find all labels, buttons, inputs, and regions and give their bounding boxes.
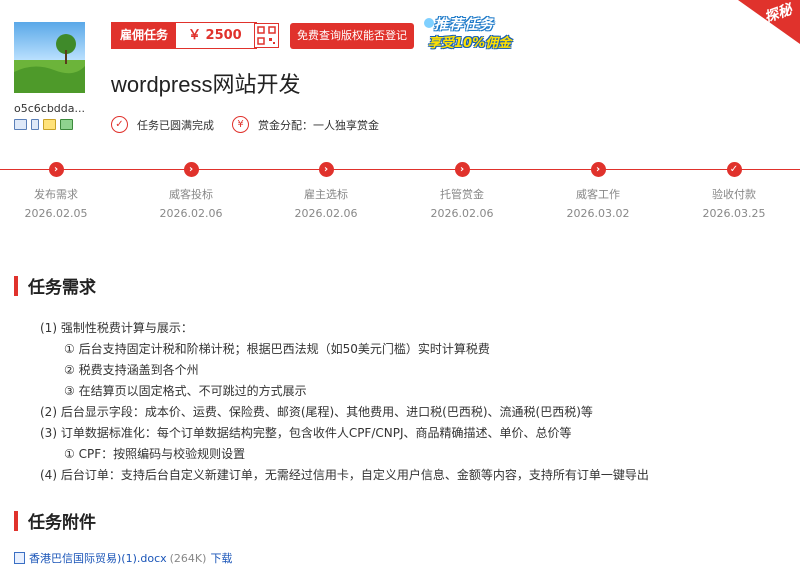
qr-code-icon[interactable] — [254, 23, 279, 48]
step-label: 威客投标 — [169, 188, 213, 201]
yen-circle-icon: ¥ — [232, 116, 249, 133]
step-label: 托管赏金 — [440, 188, 484, 201]
requirement-line: (4) 后台订单：支持后台自定义新建订单，无需经过信用卡，自定义用户信息、金额等… — [40, 468, 649, 482]
user-avatar[interactable] — [14, 22, 85, 93]
reward-item: ¥ 赏金分配：一人独享赏金 — [232, 116, 379, 133]
section-marker — [14, 275, 18, 296]
bank-card-icon — [60, 119, 73, 130]
copyright-check-button[interactable]: 免费查询版权能否登记 — [290, 23, 414, 49]
promo-line1: 推荐任务 — [434, 17, 494, 33]
requirements-heading: 任务需求 — [14, 273, 96, 298]
progress-step-1: › 发布需求 2026.02.05 — [11, 162, 101, 220]
step-date: 2026.02.06 — [430, 207, 494, 220]
step-date: 2026.02.06 — [294, 207, 358, 220]
promo-banner[interactable]: 推荐任务 享受10%佣金 — [424, 12, 534, 52]
step-label: 威客工作 — [576, 188, 620, 201]
task-price: ￥ 2500 — [188, 28, 242, 43]
step-arrow-icon: › — [318, 162, 334, 177]
attachments-heading: 任务附件 — [14, 508, 96, 533]
step-arrow-icon: › — [48, 162, 64, 177]
username[interactable]: o5c6cbdda... — [14, 102, 94, 115]
requirement-line: ③ 在结算页以固定格式、不可跳过的方式展示 — [64, 384, 307, 398]
step-date: 2026.02.06 — [159, 207, 223, 220]
progress-step-5: › 威客工作 2026.03.02 — [553, 162, 643, 220]
requirement-line: (2) 后台显示字段：成本价、运费、保险费、邮资(尾程)、其他费用、进口税(巴西… — [40, 405, 593, 419]
task-type-box: 雇佣任务 ￥ 2500 — [111, 22, 257, 49]
check-circle-icon: ✓ — [111, 116, 128, 133]
section-marker — [14, 510, 18, 531]
requirement-line: ① 后台支持固定计税和阶梯计税；根据巴西法规（如50美元门槛）实时计算税费 — [64, 342, 490, 356]
id-card-icon — [14, 119, 27, 130]
progress-line — [0, 169, 800, 170]
step-date: 2026.02.05 — [24, 207, 88, 220]
attachment-link[interactable]: 香港巴信国际贸易)(1).docx — [29, 550, 167, 566]
promo-line2: 享受10%佣金 — [428, 36, 512, 51]
attachments-title: 任务附件 — [28, 513, 96, 533]
step-label: 发布需求 — [34, 188, 78, 201]
corner-badge[interactable]: 探秘 — [738, 0, 800, 44]
requirement-line: (3) 订单数据标准化：每个订单数据结构完整，包含收件人CPF/CNPJ、商品精… — [40, 426, 572, 440]
progress-step-2: › 威客投标 2026.02.06 — [146, 162, 236, 220]
verification-icons — [14, 119, 73, 130]
status-text: 任务已圆满完成 — [137, 118, 214, 132]
task-status-row: ✓ 任务已圆满完成 ¥ 赏金分配：一人独享赏金 — [111, 116, 397, 133]
attachment-row: 香港巴信国际贸易)(1).docx (264K) 下载 — [14, 550, 232, 566]
promo-bubble-icon — [424, 18, 434, 28]
download-link[interactable]: 下载 — [210, 550, 232, 566]
requirement-line: (1) 强制性税费计算与展示： — [40, 321, 193, 335]
task-title: wordpress网站开发 — [111, 72, 301, 97]
step-arrow-icon: › — [590, 162, 606, 177]
phone-icon — [31, 119, 39, 130]
task-type-label: 雇佣任务 — [112, 23, 176, 48]
attachment-size: (264K) — [169, 551, 207, 565]
step-arrow-icon: › — [183, 162, 199, 177]
step-date: 2026.03.02 — [566, 207, 630, 220]
requirement-line: ② 税费支持涵盖到各个州 — [64, 363, 199, 377]
step-arrow-icon: › — [454, 162, 470, 177]
step-check-icon: ✓ — [726, 162, 742, 177]
step-date: 2026.03.25 — [702, 207, 766, 220]
step-label: 验收付款 — [712, 188, 756, 201]
progress-step-3: › 雇主选标 2026.02.06 — [281, 162, 371, 220]
requirement-line: ① CPF：按照编码与校验规则设置 — [64, 447, 246, 461]
requirements-title: 任务需求 — [28, 278, 96, 298]
status-item: ✓ 任务已圆满完成 — [111, 116, 214, 133]
document-icon — [14, 552, 25, 564]
progress-step-4: › 托管赏金 2026.02.06 — [417, 162, 507, 220]
reward-text: 赏金分配：一人独享赏金 — [258, 118, 379, 132]
step-label: 雇主选标 — [304, 188, 348, 201]
progress-step-6: ✓ 验收付款 2026.03.25 — [689, 162, 779, 220]
email-icon — [43, 119, 56, 130]
